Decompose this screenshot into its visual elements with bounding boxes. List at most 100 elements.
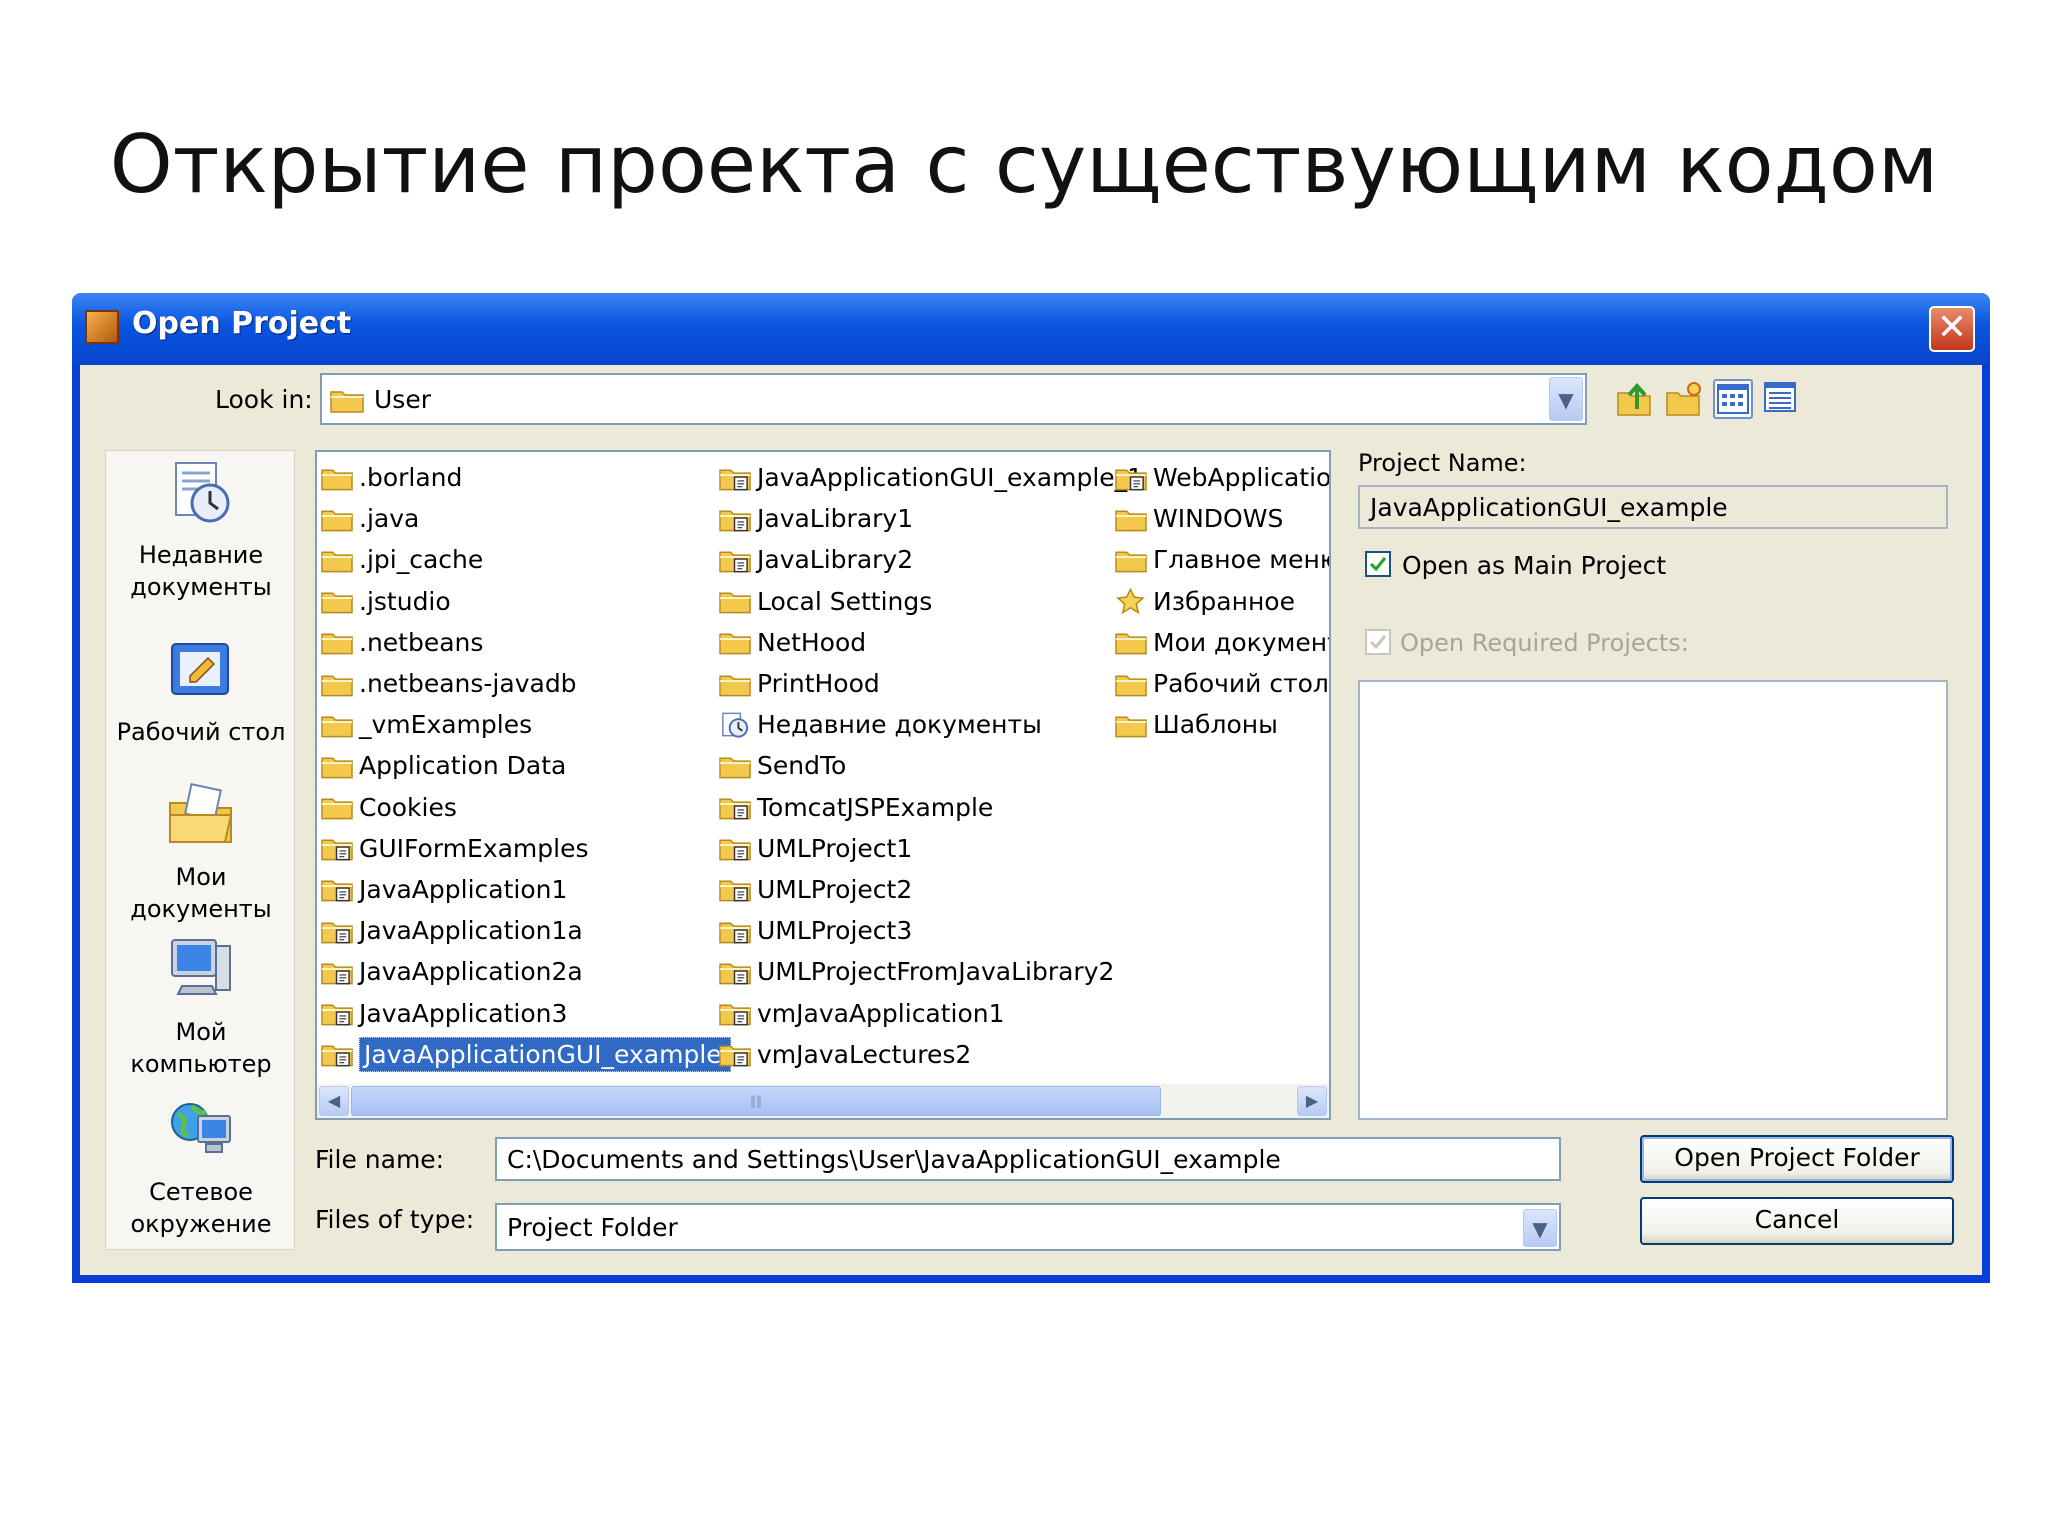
file-name-input[interactable]: C:\Documents and Settings\User\JavaAppli… [495,1137,1561,1181]
file-list-item-label: UMLProject3 [757,916,913,946]
place-label: Мои документы [130,863,272,923]
file-list-item[interactable]: Шаблоны [1111,704,1329,745]
file-list-item[interactable]: Главное меню [1111,539,1329,580]
files-of-type-combo[interactable]: Project Folder ▼ [495,1203,1561,1251]
project-name-value: JavaApplicationGUI_example [1370,493,1728,522]
file-list-item-label: JavaApplication2a [359,957,583,987]
file-list-item[interactable]: Local Settings [715,581,1143,622]
folder-icon [321,506,353,532]
file-list-item[interactable]: vmJavaLectures2 [715,1034,1143,1075]
file-list-item[interactable]: .netbeans [317,622,731,663]
look-in-combo[interactable]: User ▼ [320,373,1587,425]
file-list-item-label: JavaApplicationGUI_example_1 [757,463,1144,493]
folder-icon [321,753,353,779]
file-list-item[interactable]: GUIFormExamples [317,828,731,869]
file-list-column-1: .borland .java .jpi_cache .jstudio .netbeans… [317,457,731,1075]
file-list-item[interactable]: JavaLibrary2 [715,539,1143,580]
file-list-item-label: WINDOWS [1153,504,1284,534]
file-list-item-label: JavaApplication1a [359,916,583,946]
file-list-item-label: Шаблоны [1153,710,1278,740]
details-view-button[interactable] [1762,379,1802,419]
file-list-item-label: Избранное [1153,586,1295,616]
file-list-item[interactable]: UMLProject3 [715,910,1143,951]
project-folder-icon [1115,465,1147,491]
place-my-computer[interactable]: Мой компьютер [106,936,296,1080]
file-list-item[interactable]: Рабочий стол [1111,663,1329,704]
file-list-item[interactable]: JavaApplication1 [317,869,731,910]
place-recent-documents[interactable]: Недавние документы [106,459,296,603]
file-list-item[interactable]: WINDOWS [1111,498,1329,539]
place-my-documents[interactable]: Мои документы [106,781,296,925]
open-as-main-label: Open as Main Project [1402,551,1667,580]
place-desktop[interactable]: Рабочий стол [106,636,296,748]
scroll-thumb[interactable]: ‖‖ [351,1086,1161,1116]
create-new-folder-button[interactable] [1664,379,1704,419]
file-list-item-label: JavaApplication3 [359,998,568,1028]
cancel-button[interactable]: Cancel [1640,1197,1954,1245]
file-list-item[interactable]: Мои документы [1111,622,1329,663]
place-network[interactable]: Сетевое окружение [106,1096,296,1240]
checkmark-icon [1369,635,1387,650]
scroll-right-button[interactable]: ▶ [1297,1086,1327,1116]
file-list-item[interactable]: JavaApplicationGUI_example [317,1034,731,1075]
file-list-item[interactable]: JavaLibrary1 [715,498,1143,539]
file-list-item[interactable]: Application Data [317,745,731,786]
places-bar: Недавние документы Рабочий стол Мои доку… [105,450,295,1250]
file-list-item-label: Недавние документы [757,710,1042,740]
file-name-value: C:\Documents and Settings\User\JavaAppli… [507,1145,1281,1174]
open-project-folder-button[interactable]: Open Project Folder [1640,1135,1954,1183]
file-list-item[interactable]: WebApplication [1111,457,1331,498]
file-list-item[interactable]: vmJavaApplication1 [715,992,1143,1033]
chevron-down-icon[interactable]: ▼ [1523,1209,1557,1247]
file-list-item[interactable]: Избранное [1111,581,1329,622]
file-list-item[interactable]: NetHood [715,622,1143,663]
file-list-item[interactable]: PrintHood [715,663,1143,704]
file-list-item[interactable]: Недавние документы [715,704,1143,745]
project-folder-icon [719,1041,751,1067]
horizontal-scrollbar[interactable]: ◀ ‖‖ ▶ [317,1084,1329,1118]
file-list-item-label: UMLProject1 [757,833,913,863]
folder-icon [321,671,353,697]
project-folder-icon [719,547,751,573]
file-list-item-label: UMLProjectFromJavaLibrary2 [757,957,1115,987]
file-list-item[interactable]: .netbeans-javadb [317,663,731,704]
title-bar[interactable]: Open Project ✕ [72,293,1990,365]
up-folder-icon [1617,382,1651,416]
file-list-item-label: vmJavaLectures2 [757,1039,972,1069]
file-list-item[interactable]: JavaApplication1a [317,910,731,951]
file-list-item[interactable]: .borland [317,457,731,498]
file-list-item[interactable]: .jpi_cache [317,539,731,580]
look-in-label: Look in: [215,385,313,414]
close-button[interactable]: ✕ [1929,306,1975,352]
file-list-item-label: .borland [359,463,463,493]
file-list-item[interactable]: SendTo [715,745,1143,786]
file-list-item-label: Local Settings [757,586,933,616]
file-list-item[interactable]: Cookies [317,787,731,828]
scroll-left-button[interactable]: ◀ [319,1086,349,1116]
file-list-item[interactable]: JavaApplication3 [317,992,731,1033]
file-list-item[interactable]: _vmExamples [317,704,731,745]
file-list-item[interactable]: JavaApplicationGUI_example_1 [715,457,1143,498]
open-as-main-checkbox[interactable] [1365,551,1391,577]
folder-icon [1115,547,1147,573]
file-list-item-label: UMLProject2 [757,874,913,904]
up-one-level-button[interactable] [1615,379,1655,419]
list-view-button[interactable] [1713,379,1753,419]
file-list-item[interactable]: UMLProject1 [715,828,1143,869]
file-list-item[interactable]: .java [317,498,731,539]
file-list[interactable]: .borland .java .jpi_cache .jstudio .netbeans… [315,450,1331,1120]
network-icon [166,1096,236,1166]
file-list-item[interactable]: TomcatJSPExample [715,787,1143,828]
project-folder-icon [719,876,751,902]
required-projects-list [1358,680,1948,1120]
chevron-down-icon[interactable]: ▼ [1549,377,1583,421]
details-view-icon [1764,382,1796,412]
netbeans-app-icon [85,310,119,344]
file-list-item[interactable]: UMLProject2 [715,869,1143,910]
file-list-item[interactable]: UMLProjectFromJavaLibrary2 [715,951,1143,992]
folder-icon [321,588,353,614]
file-list-item[interactable]: JavaApplication2a [317,951,731,992]
project-folder-icon [321,1041,353,1067]
file-list-item-label: WebApplication [1153,463,1331,493]
file-list-item[interactable]: .jstudio [317,581,731,622]
